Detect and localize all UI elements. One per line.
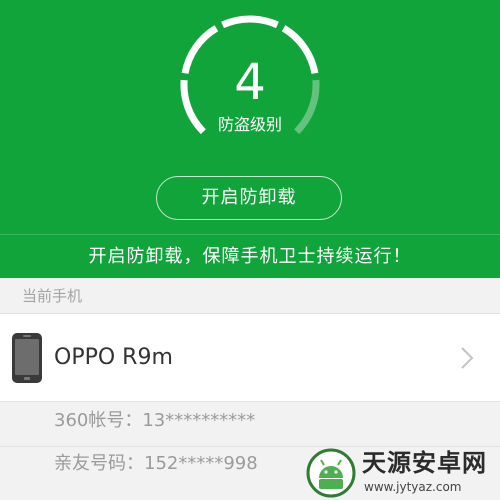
divider xyxy=(0,234,500,235)
smartphone-icon xyxy=(12,333,42,383)
watermark-name: 天源安卓网 xyxy=(362,449,487,477)
protection-panel: 4 防盗级别 开启防卸载 开启防卸载，保障手机卫士持续运行！ xyxy=(0,0,500,278)
enable-uninstall-protection-button[interactable]: 开启防卸载 xyxy=(156,176,342,220)
chevron-right-icon xyxy=(461,347,474,369)
account-number: 360帐号：13********** xyxy=(54,410,256,431)
current-device-row[interactable]: OPPO R9m xyxy=(0,314,500,402)
device-name: OPPO R9m xyxy=(54,345,173,370)
contact-number: 亲友号码：152*****998 xyxy=(54,453,258,474)
protection-banner: 开启防卸载，保障手机卫士持续运行！ xyxy=(88,246,412,267)
gauge-segment xyxy=(221,15,279,29)
protection-level-value: 4 xyxy=(234,53,266,111)
android-logo-icon xyxy=(306,448,356,498)
watermark-url: www.jytyaz.com xyxy=(364,480,462,494)
site-watermark: 天源安卓网 www.jytyaz.com xyxy=(306,446,500,500)
protection-level-label: 防盗级别 xyxy=(217,115,282,134)
current-phone-section-header: 当前手机 xyxy=(0,278,500,314)
section-title: 当前手机 xyxy=(22,287,83,305)
